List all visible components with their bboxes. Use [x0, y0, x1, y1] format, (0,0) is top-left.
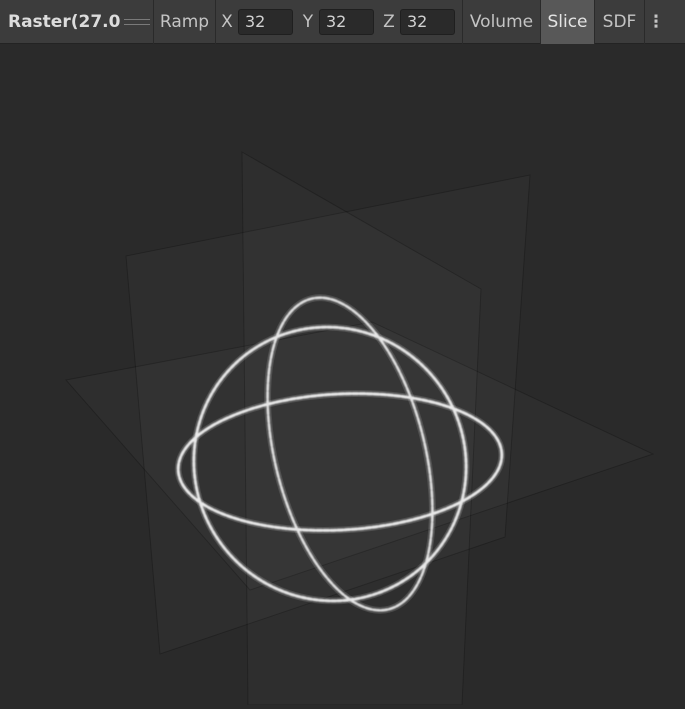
y-slice-field[interactable]	[319, 8, 374, 35]
z-axis-label: Z	[383, 11, 395, 32]
z-slice-field[interactable]	[400, 8, 455, 35]
vertical-ellipsis-icon[interactable]: ⋮	[645, 0, 667, 44]
slice-mode-button[interactable]: Slice	[541, 0, 595, 44]
x-axis-group: X	[216, 0, 293, 44]
z-axis-group: Z	[378, 0, 463, 44]
volume-mode-button[interactable]: Volume	[463, 0, 541, 44]
toolbar-drag-handle-icon[interactable]	[120, 0, 154, 44]
x-axis-label: X	[221, 11, 233, 32]
y-axis-label: Y	[302, 11, 314, 32]
x-slice-field[interactable]	[238, 8, 293, 35]
y-axis-group: Y	[297, 0, 374, 44]
ramp-button[interactable]: Ramp	[154, 0, 216, 44]
raster-title: Raster(27.0	[8, 11, 120, 32]
preview-toolbar: Raster(27.0 Ramp X Y Z Volume Slice SDF …	[0, 0, 685, 44]
3d-preview-viewport[interactable]	[0, 44, 685, 706]
sdf-mode-button[interactable]: SDF	[595, 0, 645, 44]
slice-scene	[65, 151, 655, 706]
